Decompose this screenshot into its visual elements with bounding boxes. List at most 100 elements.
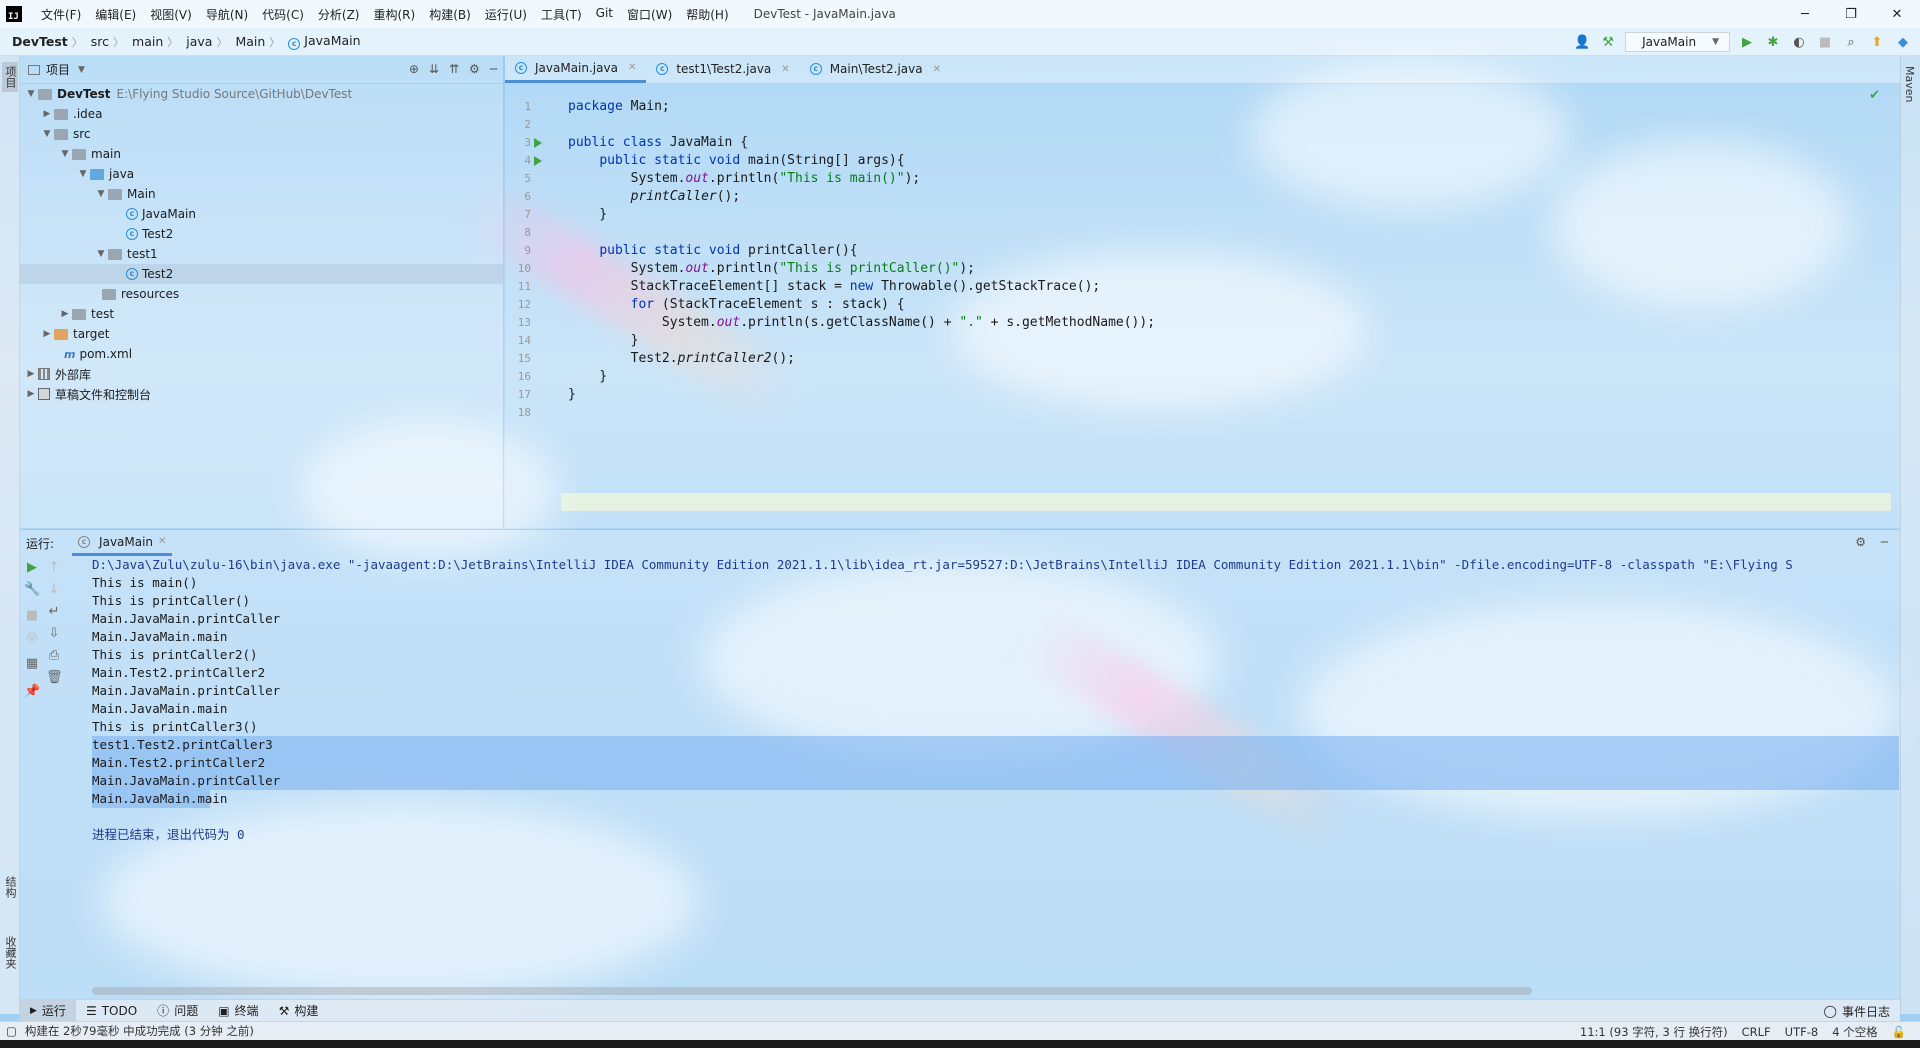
tree-item-test2-test1[interactable]: c Test2 (20, 264, 503, 284)
tool-tab-problems[interactable]: ⓘ 问题 (147, 1000, 208, 1022)
breadcrumb-class[interactable]: c JavaMain (280, 33, 364, 50)
menu-git[interactable]: Git (589, 6, 620, 23)
tab-test1-test2[interactable]: c test1\Test2.java ✕ (646, 55, 799, 83)
project-tool-tab[interactable]: 项目 (2, 62, 18, 92)
intellij-logo-icon[interactable]: IJ (6, 6, 22, 22)
file-encoding[interactable]: UTF-8 (1785, 1025, 1819, 1039)
menu-window[interactable]: 窗口(W) (620, 6, 679, 23)
up-arrow-icon[interactable]: ↑ (46, 560, 62, 576)
menu-build[interactable]: 构建(B) (422, 6, 478, 23)
tree-item-main[interactable]: ▼ main (58, 144, 121, 164)
tree-item-idea[interactable]: ▶ .idea (40, 104, 103, 124)
chevron-down-icon[interactable]: ▼ (40, 129, 54, 139)
close-button[interactable]: ✕ (1874, 0, 1920, 28)
pin-icon[interactable]: 📌 (24, 684, 40, 700)
maven-tool-tab[interactable]: Maven (1903, 66, 1916, 102)
close-icon[interactable]: ✕ (158, 536, 166, 547)
locate-icon[interactable]: ⊕ (409, 62, 419, 76)
tree-item-test2-main[interactable]: c Test2 (126, 224, 173, 244)
expand-all-icon[interactable]: ⇊ (429, 62, 439, 76)
chevron-down-icon[interactable]: ▼ (24, 89, 38, 99)
tree-item-pom[interactable]: m pom.xml (64, 344, 132, 364)
layout-icon[interactable]: ▢ (6, 1024, 17, 1038)
user-icon[interactable]: 👤 (1573, 33, 1591, 51)
menu-tools[interactable]: 工具(T) (534, 6, 589, 23)
tab-main-test2[interactable]: c Main\Test2.java ✕ (800, 55, 951, 83)
menu-file[interactable]: 文件(F) (34, 6, 88, 23)
chevron-right-icon[interactable]: ▶ (24, 389, 38, 399)
layout-icon[interactable]: ▦ (24, 656, 40, 672)
scroll-to-end-icon[interactable]: ⇩ (46, 626, 62, 642)
coverage-icon[interactable]: ◐ (1790, 33, 1808, 51)
menu-refactor[interactable]: 重构(R) (367, 6, 423, 23)
print-icon[interactable]: ⎙ (46, 648, 62, 664)
stop-icon[interactable]: ■ (24, 608, 40, 624)
tool-tab-event-log[interactable]: ◯ 事件日志 (1824, 1000, 1890, 1022)
chevron-right-icon[interactable]: ▶ (24, 369, 38, 379)
tree-item-target[interactable]: ▶ target (40, 324, 110, 344)
close-icon[interactable]: ✕ (933, 64, 941, 75)
close-icon[interactable]: ✕ (628, 62, 636, 73)
gear-icon[interactable]: ⚙ (469, 62, 480, 76)
tree-item-external-libraries[interactable]: ▶ 外部库 (24, 364, 91, 384)
tree-item-java[interactable]: ▼ java (76, 164, 135, 184)
stop-icon[interactable]: ■ (1816, 33, 1834, 51)
menu-help[interactable]: 帮助(H) (679, 6, 735, 23)
minimize-button[interactable]: ─ (1782, 0, 1828, 28)
close-icon[interactable]: ✕ (781, 64, 789, 75)
console-output[interactable]: D:\Java\Zulu\zulu-16\bin\java.exe "-java… (92, 556, 1899, 996)
code-with-me-icon[interactable]: ◆ (1894, 33, 1912, 51)
camera-icon[interactable]: ◎ (24, 630, 40, 646)
tree-item-test[interactable]: ▶ test (58, 304, 115, 324)
chevron-down-icon[interactable]: ▼ (94, 249, 108, 259)
wrench-icon[interactable]: 🔧 (24, 582, 40, 598)
tool-tab-todo[interactable]: ☰ TODO (76, 1000, 147, 1022)
line-separator[interactable]: CRLF (1742, 1025, 1771, 1039)
maximize-button[interactable]: ❐ (1828, 0, 1874, 28)
horizontal-scrollbar[interactable] (92, 987, 1532, 995)
status-message[interactable]: 构建在 2秒79毫秒 中成功完成 (3 分钟 之前) (17, 1023, 254, 1039)
breadcrumb-package[interactable]: Main (227, 34, 269, 49)
lock-icon[interactable]: 🔓 (1892, 1025, 1906, 1039)
gear-icon[interactable]: ⚙ (1855, 535, 1866, 549)
chevron-right-icon[interactable]: ▶ (58, 309, 72, 319)
hide-icon[interactable]: ─ (490, 62, 497, 76)
tree-item-scratches[interactable]: ▶ 草稿文件和控制台 (24, 384, 151, 404)
chevron-right-icon[interactable]: ▶ (40, 109, 54, 119)
project-panel-title[interactable]: 项目 (46, 61, 70, 78)
chevron-down-icon[interactable]: ▼ (94, 189, 108, 199)
tool-tab-terminal[interactable]: ▣ 终端 (208, 1000, 268, 1022)
build-hammer-icon[interactable]: ⚒ (1599, 33, 1617, 51)
tree-item-devtest[interactable]: ▼ DevTest E:\Flying Studio Source\GitHub… (24, 84, 353, 104)
tree-item-package-test1[interactable]: ▼ test1 (94, 244, 158, 264)
chevron-right-icon[interactable]: ▶ (40, 329, 54, 339)
tree-item-javamain[interactable]: c JavaMain (126, 204, 196, 224)
search-icon[interactable]: ⌕ (1842, 33, 1860, 51)
breadcrumb-project[interactable]: DevTest (0, 34, 72, 49)
tool-tab-run[interactable]: ▶ 运行 (20, 999, 76, 1022)
run-tab-javamain[interactable]: c JavaMain ✕ (72, 530, 173, 556)
menu-code[interactable]: 代码(C) (255, 6, 311, 23)
menu-edit[interactable]: 编辑(E) (88, 6, 143, 23)
tree-item-package-main[interactable]: ▼ Main (94, 184, 156, 204)
run-icon[interactable]: ▶ (1738, 33, 1756, 51)
tab-javamain[interactable]: c JavaMain.java ✕ (505, 55, 647, 83)
menu-run[interactable]: 运行(U) (478, 6, 534, 23)
favorites-tool-tab[interactable]: 收藏夹 (2, 936, 18, 969)
chevron-down-icon[interactable]: ▼ (58, 149, 72, 159)
trash-icon[interactable]: 🗑 (46, 670, 63, 686)
caret-position[interactable]: 11:1 (93 字符, 3 行 换行符) (1580, 1024, 1728, 1040)
breadcrumb-main[interactable]: main (124, 34, 167, 49)
chevron-down-icon[interactable]: ▼ (76, 169, 90, 179)
hide-icon[interactable]: ─ (1881, 535, 1888, 549)
tree-item-resources[interactable]: resources (102, 284, 179, 304)
run-configuration-selector[interactable]: JavaMain ▼ (1625, 32, 1730, 52)
run-gutter-icon[interactable] (534, 138, 542, 148)
run-gutter-icon[interactable] (534, 156, 542, 166)
soft-wrap-icon[interactable]: ↵ (46, 604, 62, 620)
menu-analyze[interactable]: 分析(Z) (311, 6, 367, 23)
breadcrumb-src[interactable]: src (83, 34, 113, 49)
menu-view[interactable]: 视图(V) (143, 6, 199, 23)
no-problems-check-icon[interactable]: ✔ (1869, 88, 1880, 103)
tool-tab-build[interactable]: ⚒ 构建 (269, 1000, 329, 1022)
